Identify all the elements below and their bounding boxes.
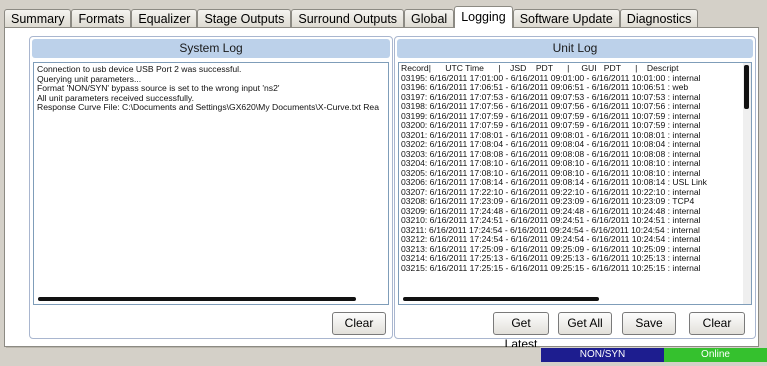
- unit-log-group: Unit Log Record| UTC Time | JSD PDT | GU…: [394, 36, 756, 351]
- tab-surround-outputs[interactable]: Surround Outputs: [291, 9, 405, 28]
- system-log-line: Response Curve File: C:\Documents and Se…: [37, 102, 379, 112]
- tab-global[interactable]: Global: [404, 9, 455, 28]
- tab-stage-outputs[interactable]: Stage Outputs: [197, 9, 292, 28]
- save-button[interactable]: Save: [622, 312, 676, 335]
- tab-logging[interactable]: Logging: [454, 6, 513, 28]
- tab-formats[interactable]: Formats: [71, 9, 132, 28]
- unit-log-row: 03215: 6/16/2011 17:25:15 - 6/16/2011 09…: [401, 262, 701, 273]
- logging-panel: System Log Connection to usb device USB …: [4, 27, 759, 351]
- get-all-button[interactable]: Get All: [558, 312, 612, 335]
- unit-log-textbox[interactable]: Record| UTC Time | JSD PDT | GUI PDT | D…: [398, 62, 752, 305]
- tab-diagnostics[interactable]: Diagnostics: [619, 9, 699, 28]
- tab-summary[interactable]: Summary: [4, 9, 72, 28]
- unit-log-horizontal-scrollbar[interactable]: [403, 297, 599, 301]
- unit-log-vertical-scroll-thumb[interactable]: [744, 65, 749, 109]
- tab-bar: Summary Formats Equalizer Stage Outputs …: [4, 6, 759, 28]
- status-bar: NON/SYN Online: [0, 348, 767, 366]
- tab-software-update[interactable]: Software Update: [512, 9, 620, 28]
- system-log-textbox[interactable]: Connection to usb device USB Port 2 was …: [33, 62, 389, 305]
- system-log-group: System Log Connection to usb device USB …: [29, 36, 393, 339]
- format-mode-indicator: NON/SYN: [541, 348, 664, 362]
- unit-log-title: Unit Log: [397, 39, 753, 58]
- get-latest-button[interactable]: Get Latest: [493, 312, 549, 351]
- system-log-lines: Connection to usb device USB Port 2 was …: [37, 64, 379, 113]
- system-log-clear-button[interactable]: Clear: [332, 312, 386, 335]
- system-log-title: System Log: [32, 39, 390, 58]
- unit-log-vertical-scrollbar[interactable]: [743, 63, 751, 304]
- unit-log-clear-button[interactable]: Clear: [689, 312, 745, 335]
- tab-equalizer[interactable]: Equalizer: [131, 9, 198, 28]
- connection-status-indicator: Online: [664, 348, 767, 362]
- system-log-horizontal-scrollbar[interactable]: [38, 297, 356, 301]
- unit-log-lines: Record| UTC Time | JSD PDT | GUI PDT | D…: [401, 63, 707, 273]
